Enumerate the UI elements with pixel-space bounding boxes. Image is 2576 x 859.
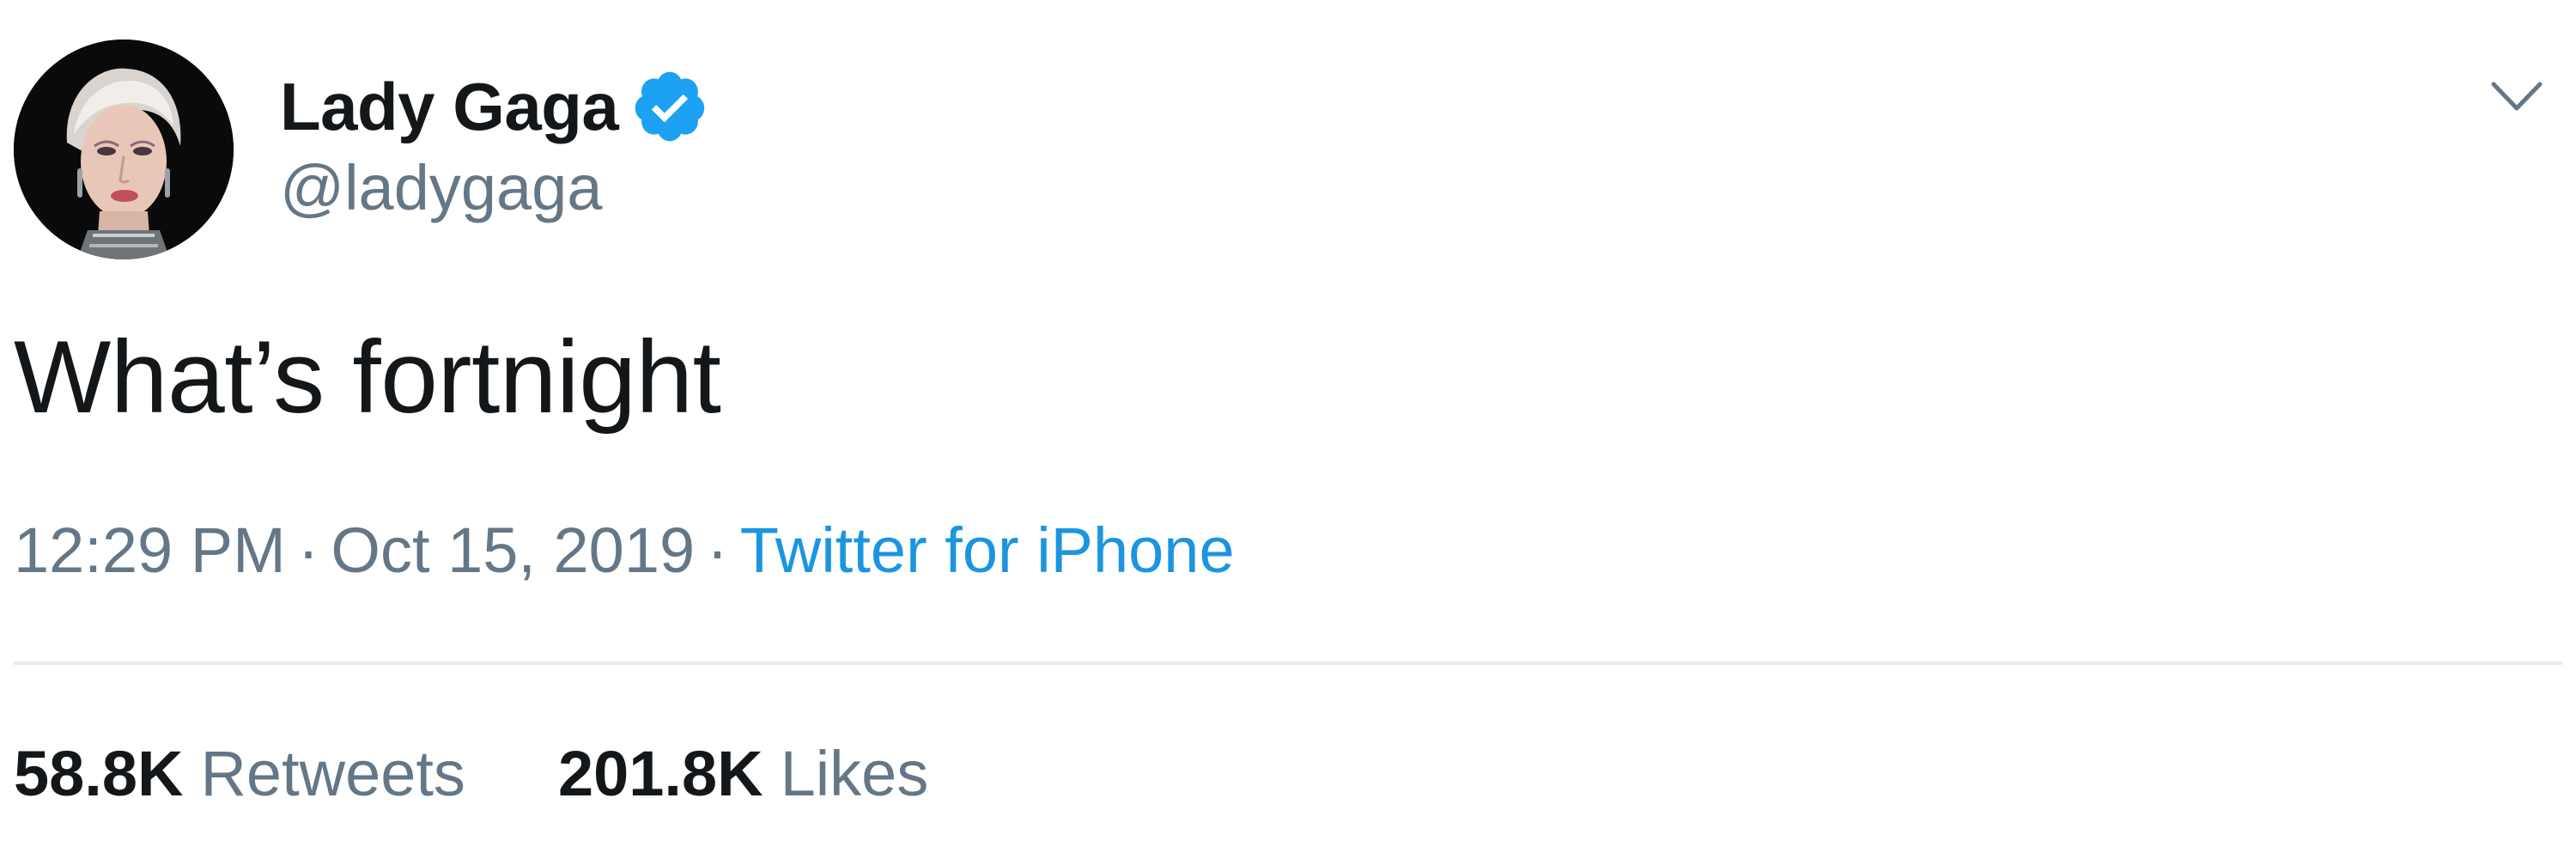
tweet-card: Lady Gaga @ladygaga What’s fortnight 12:… [0, 0, 2576, 859]
likes-count: 201.8K [557, 738, 763, 809]
meta-separator: · [707, 515, 728, 586]
display-name[interactable]: Lady Gaga [280, 68, 619, 146]
tweet-meta: 12:29 PM · Oct 15, 2019 · Twitter for iPhone [14, 514, 1235, 587]
likes-stat[interactable]: 201.8K Likes [558, 737, 928, 810]
likes-label: Likes [780, 738, 929, 809]
avatar[interactable] [14, 40, 234, 259]
meta-separator: · [297, 515, 319, 586]
verified-badge-icon [635, 71, 705, 142]
author-handle[interactable]: @ladygaga [280, 151, 603, 224]
tweet-time[interactable]: 12:29 PM [14, 515, 286, 586]
tweet-stats: 58.8K Retweets 201.8K Likes [14, 737, 928, 810]
chevron-down-icon[interactable] [2488, 76, 2545, 117]
tweet-source-link[interactable]: Twitter for iPhone [740, 515, 1235, 586]
author-name-row[interactable]: Lady Gaga [280, 64, 709, 149]
retweets-count: 58.8K [14, 738, 184, 809]
tweet-text: What’s fortnight [14, 320, 721, 435]
tweet-date[interactable]: Oct 15, 2019 [331, 515, 695, 586]
retweets-stat[interactable]: 58.8K Retweets [14, 737, 465, 810]
avatar-image [14, 40, 234, 259]
divider [14, 661, 2562, 665]
retweets-label: Retweets [200, 738, 465, 809]
